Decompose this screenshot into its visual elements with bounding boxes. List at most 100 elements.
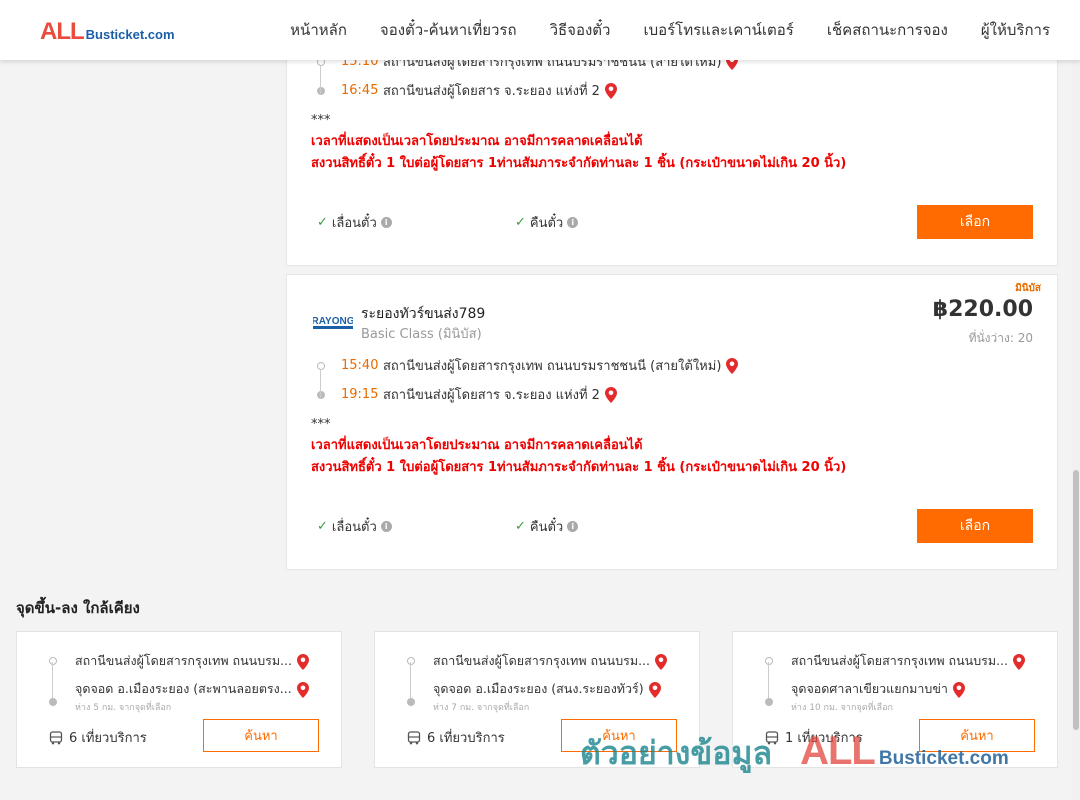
origin-dot <box>765 657 773 665</box>
map-pin-icon[interactable] <box>297 653 310 670</box>
check-icon: ✓ <box>317 215 328 230</box>
nearby-origin: สถานีขนส่งผู้โดยสารกรุงเทพ ถนนบรม... <box>791 651 1026 671</box>
route-line <box>768 662 769 700</box>
nav-how-to-book[interactable]: วิธีจองตั๋ว <box>550 18 611 42</box>
nearby-card: สถานีขนส่งผู้โดยสารกรุงเทพ ถนนบรม... จุด… <box>16 631 342 768</box>
map-pin-icon[interactable] <box>296 681 309 698</box>
destination-dot <box>407 698 415 706</box>
origin-dot <box>49 657 57 665</box>
notice-luggage: สงวนสิทธิ์ตั๋ว 1 ใบต่อผู้โดยสาร 1ท่านสัม… <box>311 156 847 171</box>
operator-name: ระยองทัวร์ขนส่ง789 <box>361 306 486 322</box>
arrival-dot <box>317 86 325 95</box>
scrollbar-thumb[interactable] <box>1073 470 1079 730</box>
ticket-price: ฿220.00 <box>932 297 1033 322</box>
trip-card: มินิบัส RAYONG ระยองทัวร์ขนส่ง789 Basic … <box>286 274 1058 570</box>
map-pin-icon[interactable] <box>726 357 739 374</box>
map-pin-icon[interactable] <box>604 82 617 99</box>
arrival-time: 19:15 <box>341 387 379 402</box>
info-icon[interactable]: i <box>567 521 579 532</box>
feature-refund-ticket: ✓ คืนตั๋ว i <box>515 516 579 537</box>
notice-text: เวลาที่แสดงเป็นเวลาโดยประมาณ อาจมีการคลา… <box>311 131 846 175</box>
nearby-distance: ห่าง 7 กม. จากจุดที่เลือก <box>433 703 530 713</box>
arrival-time: 16:45 <box>341 83 379 98</box>
notice-stars: *** <box>311 113 331 128</box>
nav-phone-counter[interactable]: เบอร์โทรและเคาน์เตอร์ <box>643 18 793 42</box>
map-pin-icon[interactable] <box>952 681 965 698</box>
notice-time-estimate: เวลาที่แสดงเป็นเวลาโดยประมาณ อาจมีการคลา… <box>311 134 643 149</box>
feature-label: คืนตั๋ว <box>529 520 564 535</box>
map-pin-icon[interactable] <box>648 681 661 698</box>
info-icon[interactable]: i <box>380 521 392 532</box>
operator-logo: RAYONG <box>313 311 353 331</box>
page-scrollbar[interactable] <box>1072 60 1080 800</box>
nearby-trips: 6 เที่ยวบริการ <box>49 727 147 748</box>
nearby-distance: ห่าง 5 กม. จากจุดที่เลือก <box>75 703 172 713</box>
departure-station: สถานีขนส่งผู้โดยสารกรุงเทพ ถนนบรมราชชนนี… <box>383 359 722 374</box>
destination-dot <box>49 698 57 706</box>
check-icon: ✓ <box>515 215 526 230</box>
watermark-text: ตัวอย่างข้อมูล <box>580 734 773 772</box>
nearby-origin: สถานีขนส่งผู้โดยสารกรุงเทพ ถนนบรม... <box>75 651 310 671</box>
nav-operators[interactable]: ผู้ให้บริการ <box>981 18 1050 42</box>
arrival-row: 16:45 สถานีขนส่งผู้โดยสาร จ.ระยอง แห่งที… <box>317 76 738 105</box>
departure-row: 15:40 สถานีขนส่งผู้โดยสารกรุงเทพ ถนนบรมร… <box>317 351 739 380</box>
route-line <box>410 662 411 700</box>
nearby-origin-label: สถานีขนส่งผู้โดยสารกรุงเทพ ถนนบรม... <box>433 653 651 668</box>
check-icon: ✓ <box>515 519 526 534</box>
notice-luggage: สงวนสิทธิ์ตั๋ว 1 ใบต่อผู้โดยสาร 1ท่านสัม… <box>311 460 847 475</box>
route-line <box>52 662 53 700</box>
feature-label: เลื่อนตั๋ว <box>331 520 377 535</box>
map-pin-icon[interactable] <box>1013 653 1026 670</box>
nearby-destination-label: จุดจอดศาลาเขียวแยกมาบข่า <box>791 681 948 696</box>
map-pin-icon[interactable] <box>655 653 668 670</box>
notice-stars: *** <box>311 417 331 432</box>
available-seats: ที่นั่งว่าง: 20 <box>968 331 1033 345</box>
main-nav: หน้าหลัก จองตั๋ว-ค้นหาเที่ยวรถ วิธีจองตั… <box>290 0 1050 60</box>
watermark-logo-busticket: Busticket.com <box>878 748 1009 769</box>
bus-icon <box>49 730 63 744</box>
info-icon[interactable]: i <box>380 217 392 228</box>
nearby-destination: จุดจอด อ.เมืองระยอง (สะพานลอยตรง... <box>75 679 309 699</box>
nav-booking-search[interactable]: จองตั๋ว-ค้นหาเที่ยวรถ <box>380 18 517 42</box>
nearby-distance: ห่าง 10 กม. จากจุดที่เลือก <box>791 703 893 713</box>
site-header: ALL Busticket.com หน้าหลัก จองตั๋ว-ค้นหา… <box>0 0 1080 60</box>
check-icon: ✓ <box>317 519 328 534</box>
operator-logo-text: RAYONG <box>313 316 353 327</box>
feature-change-ticket: ✓ เลื่อนตั๋ว i <box>317 516 392 537</box>
nav-home[interactable]: หน้าหลัก <box>290 18 347 42</box>
watermark-logo-all: ALL <box>800 729 876 773</box>
nearby-trips-label: 6 เที่ยวบริการ <box>427 731 505 746</box>
nearby-destination-label: จุดจอด อ.เมืองระยอง (สนง.ระยองทัวร์) <box>433 681 644 696</box>
map-pin-icon[interactable] <box>604 386 617 403</box>
departure-time: 15:40 <box>341 358 379 373</box>
notice-text: เวลาที่แสดงเป็นเวลาโดยประมาณ อาจมีการคลา… <box>311 435 846 479</box>
feature-change-ticket: ✓ เลื่อนตั๋ว i <box>317 212 392 233</box>
logo-all-text: ALL <box>40 18 85 45</box>
vehicle-type-badge: มินิบัส <box>1015 283 1041 294</box>
nearby-trips-label: 6 เที่ยวบริการ <box>69 731 147 746</box>
select-trip-button[interactable]: เลือก <box>917 205 1033 239</box>
nearby-origin-label: สถานีขนส่งผู้โดยสารกรุงเทพ ถนนบรม... <box>75 653 293 668</box>
feature-refund-ticket: ✓ คืนตั๋ว i <box>515 212 579 233</box>
nearby-origin: สถานีขนส่งผู้โดยสารกรุงเทพ ถนนบรม... <box>433 651 668 671</box>
destination-dot <box>765 698 773 706</box>
nearby-destination: จุดจอดศาลาเขียวแยกมาบข่า <box>791 679 965 699</box>
info-icon[interactable]: i <box>567 217 579 228</box>
trip-timeline: 15:40 สถานีขนส่งผู้โดยสารกรุงเทพ ถนนบรมร… <box>317 351 739 409</box>
nearby-search-button[interactable]: ค้นหา <box>203 719 319 752</box>
nearby-origin-label: สถานีขนส่งผู้โดยสารกรุงเทพ ถนนบรม... <box>791 653 1009 668</box>
nearby-section-title: จุดขึ้น-ลง ใกล้เคียง <box>16 599 140 617</box>
service-class: Basic Class (มินิบัส) <box>361 327 482 342</box>
sample-data-watermark: ตัวอย่างข้อมูล ALL Busticket.com <box>580 728 1009 779</box>
feature-label: คืนตั๋ว <box>529 216 564 231</box>
nearby-trips: 6 เที่ยวบริการ <box>407 727 505 748</box>
select-trip-button[interactable]: เลือก <box>917 509 1033 543</box>
site-logo[interactable]: ALL Busticket.com <box>40 18 175 46</box>
arrival-station: สถานีขนส่งผู้โดยสาร จ.ระยอง แห่งที่ 2 <box>383 84 600 99</box>
feature-label: เลื่อนตั๋ว <box>331 216 377 231</box>
nearby-destination-label: จุดจอด อ.เมืองระยอง (สะพานลอยตรง... <box>75 681 292 696</box>
nearby-destination: จุดจอด อ.เมืองระยอง (สนง.ระยองทัวร์) <box>433 679 661 699</box>
arrival-row: 19:15 สถานีขนส่งผู้โดยสาร จ.ระยอง แห่งที… <box>317 380 738 409</box>
nav-check-status[interactable]: เช็คสถานะการจอง <box>827 18 948 42</box>
logo-busticket-text: Busticket.com <box>85 27 175 42</box>
